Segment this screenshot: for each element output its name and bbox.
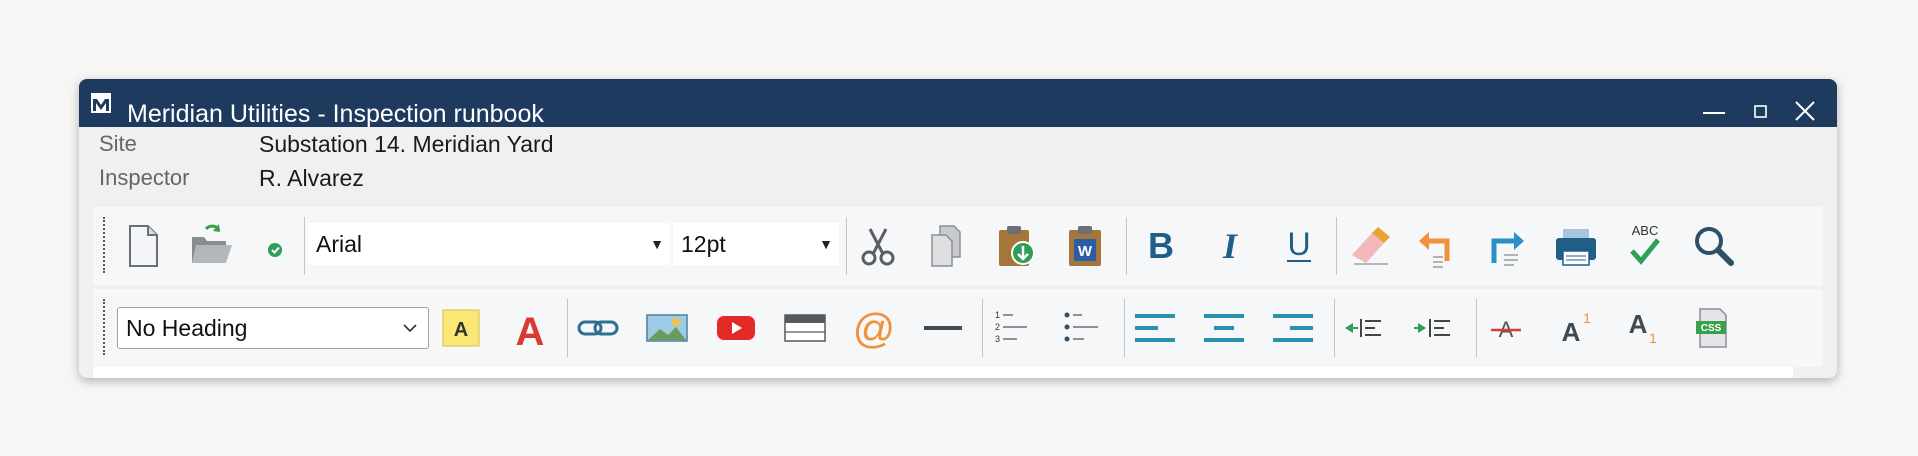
site-label: Site — [99, 131, 137, 156]
toolbar-row-1: Arial ▼ 12pt ▼ W B I U ABC — [93, 207, 1823, 285]
subscript-letter: A — [1629, 309, 1648, 339]
spellcheck-label: ABC — [1632, 223, 1659, 238]
toolbar-separator — [1124, 299, 1125, 357]
toolbar-separator — [1126, 217, 1127, 275]
cut-icon[interactable] — [853, 221, 903, 271]
font-family-value: Arial — [316, 231, 363, 257]
maximize-button[interactable] — [1745, 99, 1775, 123]
underline-letter: U — [1287, 226, 1310, 262]
inspector-value: R. Alvarez — [259, 165, 364, 191]
toolbar-separator — [1476, 299, 1477, 357]
search-icon[interactable] — [1689, 221, 1739, 271]
table-icon[interactable] — [780, 303, 830, 353]
strikethrough-icon[interactable]: A — [1481, 303, 1531, 353]
runbook-metadata: Site Substation 14. Meridian Yard Inspec… — [79, 127, 1837, 195]
inspector-label: Inspector — [99, 165, 190, 190]
toolbar-separator — [982, 299, 983, 357]
toolbar-separator — [1336, 217, 1337, 275]
outdent-icon[interactable] — [1339, 303, 1389, 353]
svg-text:@: @ — [853, 305, 896, 352]
copy-icon[interactable] — [922, 221, 972, 271]
email-icon[interactable]: @ — [849, 303, 899, 353]
text-color-icon[interactable]: A — [505, 303, 555, 353]
numbered-list-icon[interactable]: 1 2 3 — [987, 303, 1037, 353]
italic-icon[interactable]: I — [1205, 221, 1255, 271]
font-size-select[interactable]: 12pt ▼ — [673, 223, 839, 265]
minimize-button[interactable] — [1699, 99, 1729, 123]
bold-icon[interactable]: B — [1136, 221, 1186, 271]
redo-icon[interactable] — [1482, 221, 1532, 271]
toolbar-row-2: No Heading A A @ 1 2 3 A A 1 A 1 CSS — [93, 289, 1823, 367]
print-icon[interactable] — [1551, 221, 1601, 271]
editor-content-area[interactable] — [93, 367, 1793, 378]
app-logo-icon — [91, 93, 111, 113]
superscript-digit: 1 — [1583, 310, 1591, 326]
editor-window: Meridian Utilities - Inspection runbook … — [79, 79, 1837, 378]
toolbar-grip[interactable] — [103, 217, 105, 273]
toolbar-separator — [567, 299, 568, 357]
font-family-select[interactable]: Arial ▼ — [308, 223, 670, 265]
bold-letter: B — [1148, 225, 1174, 266]
open-folder-icon[interactable] — [186, 221, 236, 271]
italic-letter: I — [1222, 226, 1239, 266]
site-value: Substation 14. Meridian Yard — [259, 131, 554, 157]
toolbar-separator — [846, 217, 847, 275]
check-icon[interactable] — [250, 221, 300, 271]
heading-select[interactable]: No Heading — [117, 307, 429, 349]
paste-icon[interactable] — [991, 221, 1041, 271]
title-bar: Meridian Utilities - Inspection runbook — [79, 79, 1837, 127]
bulleted-list-icon[interactable] — [1056, 303, 1106, 353]
dropdown-arrow-icon: ▼ — [650, 236, 664, 252]
highlight-color-icon[interactable]: A — [436, 303, 486, 353]
indent-icon[interactable] — [1408, 303, 1458, 353]
css-label: CSS — [1701, 323, 1722, 334]
css-icon[interactable]: CSS — [1688, 303, 1738, 353]
youtube-icon[interactable] — [711, 303, 761, 353]
align-center-icon[interactable] — [1199, 303, 1249, 353]
spellcheck-icon[interactable]: ABC — [1620, 221, 1670, 271]
close-button[interactable] — [1790, 99, 1820, 123]
text-color-letter: A — [516, 310, 545, 353]
word-letter: W — [1078, 243, 1093, 260]
subscript-icon[interactable]: A1 — [1619, 303, 1669, 353]
superscript-letter: A — [1562, 317, 1581, 347]
align-left-icon[interactable] — [1130, 303, 1180, 353]
horizontal-rule-icon[interactable] — [918, 303, 968, 353]
svg-text:3: 3 — [995, 334, 1000, 344]
heading-value: No Heading — [126, 315, 248, 341]
align-right-icon[interactable] — [1268, 303, 1318, 353]
svg-text:2: 2 — [995, 322, 1000, 332]
subscript-digit: 1 — [1649, 330, 1657, 346]
underline-icon[interactable]: U — [1274, 221, 1324, 271]
svg-text:1: 1 — [995, 310, 1000, 320]
link-icon[interactable] — [573, 303, 623, 353]
toolbar-grip[interactable] — [103, 299, 105, 355]
font-size-value: 12pt — [681, 231, 726, 257]
paste-from-word-icon[interactable]: W — [1060, 221, 1110, 271]
toolbar-separator — [1334, 299, 1335, 357]
dropdown-arrow-icon: ▼ — [819, 236, 833, 252]
eraser-icon[interactable] — [1344, 221, 1394, 271]
toolbar-separator — [304, 217, 305, 275]
highlight-letter: A — [454, 319, 468, 341]
image-icon[interactable] — [642, 303, 692, 353]
undo-icon[interactable] — [1413, 221, 1463, 271]
window-title: Meridian Utilities - Inspection runbook — [127, 100, 544, 128]
superscript-icon[interactable]: A1 — [1550, 303, 1600, 353]
new-document-icon[interactable] — [117, 221, 167, 271]
chevron-down-icon — [403, 324, 417, 333]
